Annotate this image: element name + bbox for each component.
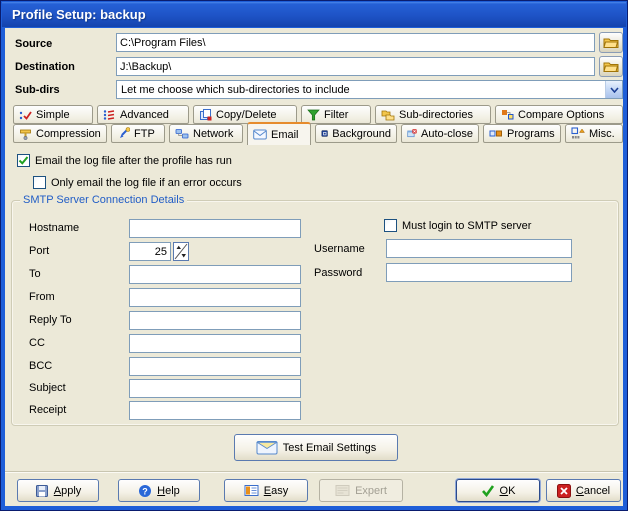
apply-button[interactable]: Apply [17, 479, 99, 502]
bcc-label: BCC [29, 360, 52, 372]
from-label: From [29, 291, 55, 303]
destination-browse-button[interactable] [599, 56, 623, 77]
ok-button[interactable]: OK [456, 479, 540, 502]
email-log-checkbox[interactable] [17, 154, 30, 167]
port-spinner[interactable] [173, 242, 189, 261]
help-button[interactable]: ? Help [118, 479, 200, 502]
hostname-input[interactable] [129, 219, 301, 238]
footer-separator [5, 471, 623, 473]
folder-icon [603, 60, 619, 73]
email-log-checkbox-row: Email the log file after the profile has… [17, 154, 232, 167]
cc-input[interactable] [129, 334, 301, 353]
tab-sub-directories[interactable]: Sub-directories [375, 105, 491, 124]
tab-compression[interactable]: Compression [13, 124, 107, 143]
easy-mode-icon [244, 484, 259, 497]
chevron-down-icon[interactable] [605, 81, 622, 98]
smtp-groupbox: SMTP Server Connection Details [11, 200, 619, 426]
subdirectories-icon [381, 109, 395, 121]
tab-network[interactable]: Network [169, 124, 243, 143]
subdirs-dropdown[interactable]: Let me choose which sub-directories to i… [116, 80, 623, 99]
error-only-checkbox-label: Only email the log file if an error occu… [51, 177, 242, 189]
must-login-checkbox[interactable] [384, 219, 397, 232]
tab-email[interactable]: Email [247, 122, 311, 145]
tab-programs[interactable]: Programs [483, 124, 561, 143]
easy-button[interactable]: Easy [224, 479, 308, 502]
username-input[interactable] [386, 239, 572, 258]
svg-text:?: ? [142, 486, 148, 496]
copy-delete-icon [199, 108, 212, 121]
folder-icon [603, 36, 619, 49]
background-icon [321, 127, 328, 140]
receipt-input[interactable] [129, 401, 301, 420]
to-input[interactable] [129, 265, 301, 284]
from-input[interactable] [129, 288, 301, 307]
test-email-settings-button[interactable]: Test Email Settings [234, 434, 398, 461]
error-only-checkbox-row: Only email the log file if an error occu… [33, 176, 242, 189]
tab-auto-close[interactable]: Auto-close [401, 124, 479, 143]
email-envelope-icon [256, 440, 278, 455]
spinner-arrows-icon [174, 243, 188, 260]
bcc-input[interactable] [129, 357, 301, 376]
tab-compare-options[interactable]: Compare Options [495, 105, 623, 124]
username-label: Username [314, 243, 365, 255]
titlebar[interactable]: Profile Setup: backup [2, 2, 626, 27]
compression-icon [19, 127, 32, 140]
port-input[interactable] [129, 242, 171, 261]
tab-background[interactable]: Background [315, 124, 397, 143]
reply-to-label: Reply To [29, 314, 72, 326]
must-login-checkbox-label: Must login to SMTP server [402, 220, 531, 232]
smtp-group-title: SMTP Server Connection Details [20, 194, 187, 206]
password-input[interactable] [386, 263, 572, 282]
receipt-label: Receipt [29, 404, 66, 416]
advanced-icon [103, 109, 116, 121]
to-label: To [29, 268, 41, 280]
dialog-body: Source Destination Sub-dirs Let me choos… [5, 28, 623, 506]
auto-close-icon [407, 127, 417, 140]
subject-label: Subject [29, 382, 66, 394]
expert-button[interactable]: Expert [319, 479, 403, 502]
help-icon: ? [138, 484, 152, 498]
source-input[interactable] [116, 33, 595, 52]
reply-to-input[interactable] [129, 311, 301, 330]
source-browse-button[interactable] [599, 32, 623, 53]
window-title: Profile Setup: backup [12, 7, 146, 22]
subdirs-label: Sub-dirs [15, 84, 60, 96]
filter-icon [307, 109, 320, 121]
save-icon [35, 484, 49, 498]
network-icon [175, 128, 189, 140]
subdirs-selected-value: Let me choose which sub-directories to i… [117, 84, 605, 96]
error-only-checkbox[interactable] [33, 176, 46, 189]
destination-label: Destination [15, 61, 75, 73]
simple-icon [19, 109, 32, 121]
password-label: Password [314, 267, 362, 279]
port-label: Port [29, 245, 49, 257]
ok-check-icon [481, 484, 495, 497]
tab-ftp[interactable]: FTP [111, 124, 165, 143]
cancel-x-icon [557, 484, 571, 498]
cc-label: CC [29, 337, 45, 349]
tab-misc[interactable]: Misc. [565, 124, 623, 143]
tab-simple[interactable]: Simple [13, 105, 93, 124]
source-label: Source [15, 38, 52, 50]
tab-filter[interactable]: Filter [301, 105, 371, 124]
email-icon [253, 129, 267, 140]
cancel-button[interactable]: Cancel [546, 479, 621, 502]
programs-icon [489, 128, 503, 140]
ftp-icon [117, 127, 130, 140]
check-icon [18, 155, 29, 166]
misc-icon [571, 127, 585, 140]
destination-input[interactable] [116, 57, 595, 76]
subject-input[interactable] [129, 379, 301, 398]
profile-setup-window: Profile Setup: backup Source Destination… [0, 0, 628, 511]
compare-options-icon [501, 108, 514, 121]
hostname-label: Hostname [29, 222, 79, 234]
expert-mode-icon [335, 484, 350, 497]
tab-advanced[interactable]: Advanced [97, 105, 189, 124]
email-log-checkbox-label: Email the log file after the profile has… [35, 155, 232, 167]
must-login-checkbox-row: Must login to SMTP server [384, 219, 531, 232]
